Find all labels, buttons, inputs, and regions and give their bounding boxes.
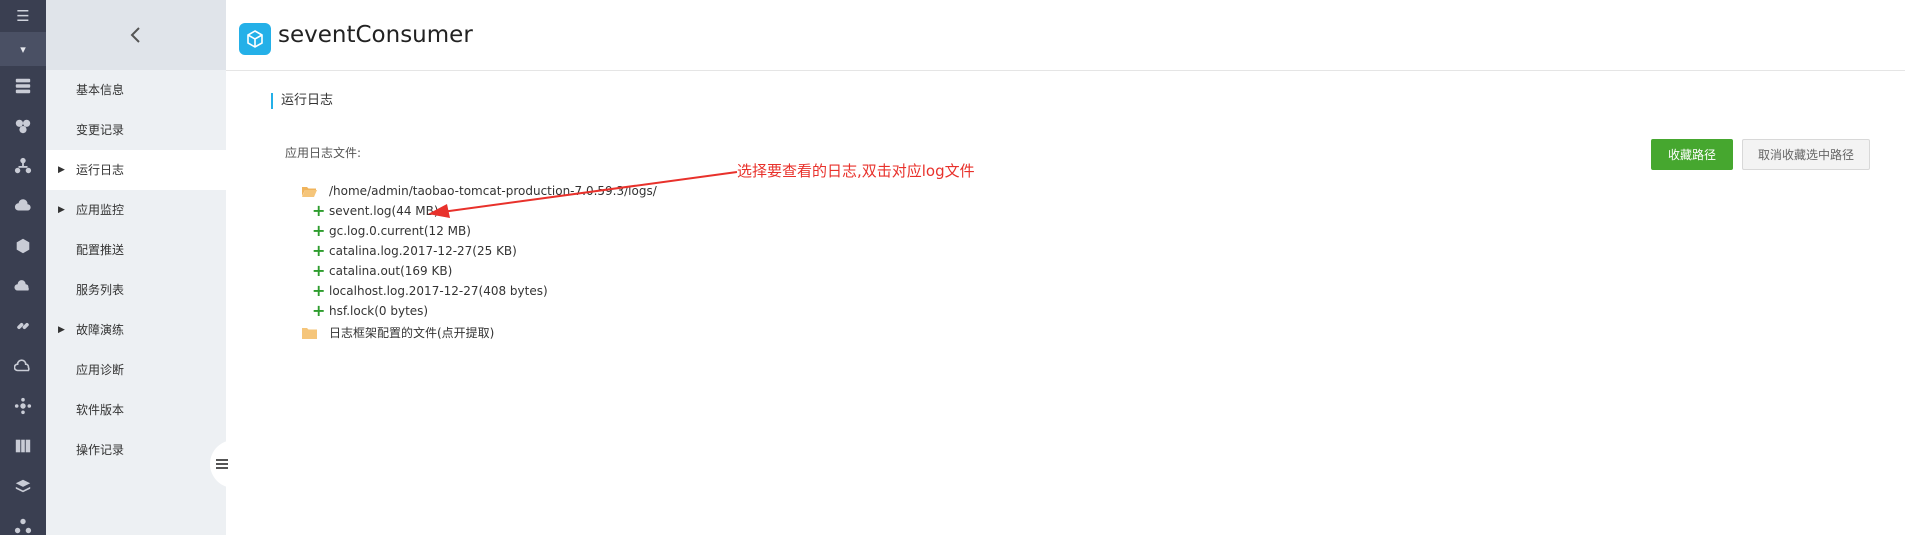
sidebar-item-fault-drill[interactable]: ▶ 故障演练 (46, 310, 226, 350)
menu-icon[interactable]: ☰ (0, 0, 46, 32)
layers-icon[interactable] (0, 466, 46, 506)
file-name: gc.log.0.current(12 MB) (329, 224, 471, 238)
annotation-text: 选择要查看的日志,双击对应log文件 (737, 162, 975, 180)
book-icon[interactable] (0, 426, 46, 466)
sidebar-item-operation-log[interactable]: 操作记录 (46, 430, 226, 470)
sidebar-item-label: 应用监控 (76, 203, 125, 217)
topology-icon[interactable] (0, 146, 46, 186)
sidebar-item-config-push[interactable]: 配置推送 (46, 230, 226, 270)
cube-icon[interactable] (0, 226, 46, 266)
cloud-sync-icon[interactable] (0, 346, 46, 386)
sidebar-item-basic-info[interactable]: 基本信息 (46, 70, 226, 110)
cloud-upload-icon[interactable] (0, 186, 46, 226)
sidebar-item-label: 故障演练 (76, 323, 125, 337)
file-name: catalina.log.2017-12-27(25 KB) (329, 244, 517, 258)
caret-right-icon: ▶ (58, 165, 65, 175)
tree-root-path: /home/admin/taobao-tomcat-production-7.0… (329, 184, 657, 198)
chevron-down-icon: ▾ (20, 42, 26, 56)
link-icon[interactable] (0, 306, 46, 346)
page-title: seventConsumer (278, 22, 473, 48)
sidebar-item-label: 基本信息 (76, 83, 125, 97)
tree-file-item[interactable]: + catalina.out(169 KB) (312, 263, 453, 279)
sidebar-item-label: 软件版本 (76, 403, 125, 417)
tree-file-item[interactable]: + gc.log.0.current(12 MB) (312, 223, 471, 239)
network-icon[interactable] (0, 386, 46, 426)
app-cube-icon (239, 23, 271, 55)
cancel-collect-path-button[interactable]: 取消收藏选中路径 (1742, 139, 1870, 170)
sidebar-item-label: 运行日志 (76, 163, 125, 177)
app-header: seventConsumer (226, 0, 1905, 71)
collect-path-button[interactable]: 收藏路径 (1651, 139, 1733, 170)
plus-icon[interactable]: + (312, 243, 326, 259)
share-icon[interactable] (0, 506, 46, 546)
sidebar-item-runtime-log[interactable]: ▶ 运行日志 (46, 150, 226, 190)
tree-file-item[interactable]: + catalina.log.2017-12-27(25 KB) (312, 243, 517, 259)
tree-root-folder[interactable]: /home/admin/taobao-tomcat-production-7.0… (302, 184, 657, 198)
folder-icon (302, 327, 317, 339)
annotation-arrow (428, 171, 738, 218)
file-name: catalina.out(169 KB) (329, 264, 453, 278)
file-name: sevent.log(44 MB) (329, 204, 439, 218)
sidebar-item-label: 应用诊断 (76, 363, 125, 377)
folder-open-icon (302, 185, 317, 197)
cloud-gear-icon[interactable] (0, 266, 46, 306)
cluster-icon[interactable] (0, 106, 46, 146)
sidebar-item-label: 服务列表 (76, 283, 125, 297)
plus-icon[interactable]: + (312, 263, 326, 279)
list-icon (216, 459, 228, 469)
sidebar-collapse-button[interactable] (46, 0, 226, 70)
plus-icon[interactable]: + (312, 283, 326, 299)
tree-file-item[interactable]: + localhost.log.2017-12-27(408 bytes) (312, 283, 548, 299)
files-label: 应用日志文件: (285, 146, 362, 160)
sidebar-item-app-diagnosis[interactable]: 应用诊断 (46, 350, 226, 390)
plus-icon[interactable]: + (312, 303, 326, 319)
sidebar-item-label: 操作记录 (76, 443, 125, 457)
section-title: 运行日志 (271, 93, 333, 109)
sidebar-item-software-version[interactable]: 软件版本 (46, 390, 226, 430)
dropdown-toggle[interactable]: ▾ (0, 32, 46, 66)
sidebar-item-service-list[interactable]: 服务列表 (46, 270, 226, 310)
sidebar: 基本信息 变更记录 ▶ 运行日志 ▶ 应用监控 配置推送 服务列表 ▶ 故障演练 应用… (46, 0, 226, 535)
sidebar-item-change-log[interactable]: 变更记录 (46, 110, 226, 150)
sidebar-item-label: 配置推送 (76, 243, 125, 257)
config-folder-label: 日志框架配置的文件(点开提取) (329, 326, 495, 340)
icon-rail: ☰ ▾ (0, 0, 46, 535)
file-name: hsf.lock(0 bytes) (329, 304, 429, 318)
file-name: localhost.log.2017-12-27(408 bytes) (329, 284, 548, 298)
server-icon[interactable] (0, 66, 46, 106)
caret-right-icon: ▶ (58, 205, 65, 215)
tree-file-item[interactable]: + hsf.lock(0 bytes) (312, 303, 429, 319)
tree-file-item[interactable]: + sevent.log(44 MB) (312, 203, 439, 219)
plus-icon[interactable]: + (312, 223, 326, 239)
tree-config-folder[interactable]: 日志框架配置的文件(点开提取) (302, 324, 494, 341)
sidebar-item-label: 变更记录 (76, 123, 125, 137)
chevron-left-icon (130, 27, 140, 43)
sidebar-item-app-monitor[interactable]: ▶ 应用监控 (46, 190, 226, 230)
plus-icon[interactable]: + (312, 203, 326, 219)
caret-right-icon: ▶ (58, 325, 65, 335)
